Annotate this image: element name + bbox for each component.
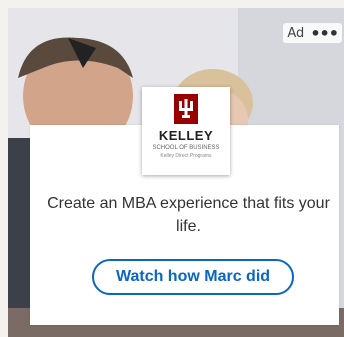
watch-cta-button[interactable]: Watch how Marc did [92,259,294,295]
ad-meta: Ad ••• [283,23,342,43]
ad-label: Ad [287,25,305,41]
brand-name: KELLEY [158,128,214,143]
iu-trident-icon [174,94,198,124]
brand-logo[interactable]: KELLEY SCHOOL OF BUSINESS Kelley Direct … [142,87,230,175]
brand-program: Kelley Direct Programs [160,152,212,159]
more-horizontal-icon[interactable]: ••• [310,24,339,43]
ad-headline: Create an MBA experience that fits your … [47,195,330,235]
sponsored-ad-card[interactable]: Ad ••• KELLEY SCHOOL OF BUSINESS Kelley … [8,8,344,337]
brand-subtitle: SCHOOL OF BUSINESS [152,145,220,151]
